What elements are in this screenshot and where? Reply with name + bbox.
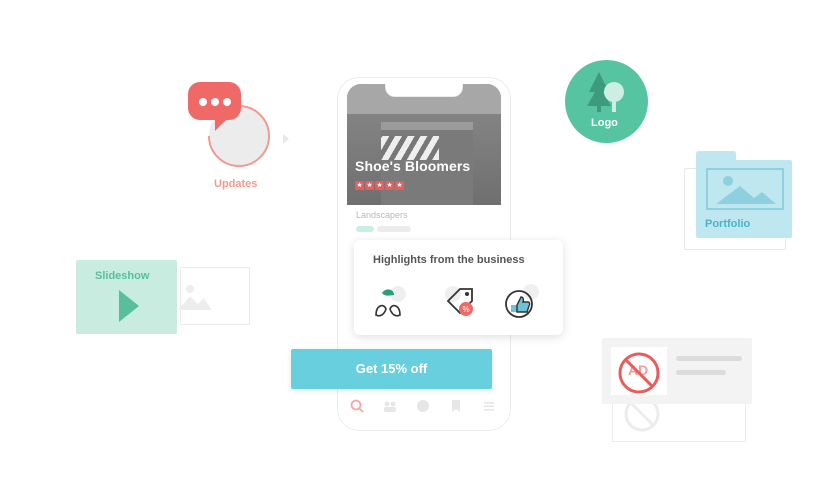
star-icon: ★ xyxy=(395,181,404,190)
star-icon: ★ xyxy=(365,181,374,190)
discount-tag-icon: % xyxy=(445,286,473,316)
image-placeholder-icon xyxy=(178,285,212,310)
star-icon: ★ xyxy=(355,181,364,190)
highlights-title: Highlights from the business xyxy=(373,254,525,266)
image-icon xyxy=(706,168,784,210)
bookmark-icon[interactable] xyxy=(449,399,463,413)
get-discount-button[interactable]: Get 15% off xyxy=(291,349,492,389)
star-icon: ★ xyxy=(385,181,394,190)
tag-pill xyxy=(377,226,411,232)
profile-icon[interactable] xyxy=(416,399,430,413)
play-icon xyxy=(119,290,139,322)
text-line xyxy=(676,370,726,375)
phone-notch xyxy=(385,84,463,97)
thumbs-up-icon xyxy=(505,284,539,318)
search-icon[interactable] xyxy=(350,399,364,413)
bottom-nav xyxy=(350,398,496,414)
people-icon[interactable] xyxy=(383,399,397,413)
business-name: Shoe's Bloomers xyxy=(355,158,471,174)
portfolio-label: Portfolio xyxy=(705,218,751,230)
text-line xyxy=(676,356,742,361)
ad-badge: AD xyxy=(628,362,649,378)
updates-label: Updates xyxy=(214,178,258,190)
logo-label: Logo xyxy=(591,117,618,129)
eco-leaf-hands-icon xyxy=(375,286,406,317)
star-rating: ★ ★ ★ ★ ★ xyxy=(355,181,404,190)
business-category: Landscapers xyxy=(356,210,408,220)
tag-pill xyxy=(356,226,374,232)
slideshow-label: Slideshow xyxy=(95,270,150,282)
star-icon: ★ xyxy=(375,181,384,190)
updates-feature xyxy=(186,78,291,188)
tree-icon xyxy=(587,72,624,112)
chat-bubble-icon xyxy=(188,82,241,131)
svg-text:%: % xyxy=(462,305,469,314)
menu-icon[interactable] xyxy=(482,399,496,413)
